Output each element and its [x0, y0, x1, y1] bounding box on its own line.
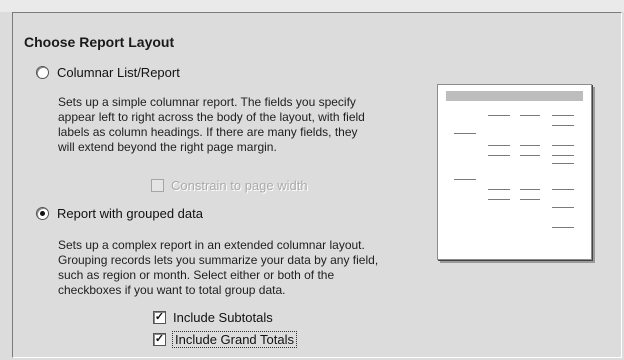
- layout-preview-thumbnail: [437, 84, 592, 260]
- checkbox-box-grand-totals[interactable]: ✓: [153, 333, 166, 346]
- check-icon: ✓: [154, 333, 165, 345]
- section-heading: Choose Report Layout: [24, 34, 175, 50]
- preview-line: [552, 115, 574, 116]
- preview-line: [488, 155, 510, 156]
- radio-columnar-report[interactable]: Columnar List/Report: [36, 65, 180, 80]
- preview-line: [552, 125, 574, 126]
- grouped-description: Sets up a complex report in an extended …: [58, 238, 379, 297]
- include-subtotals-checkbox[interactable]: ✓ Include Subtotals: [153, 310, 273, 325]
- preview-line: [488, 189, 510, 190]
- preview-line: [552, 189, 574, 190]
- preview-line: [454, 133, 476, 134]
- checkbox-label-subtotals: Include Subtotals: [173, 310, 273, 325]
- preview-line: [520, 189, 540, 190]
- preview-line: [520, 199, 540, 200]
- check-icon: ✓: [154, 311, 165, 323]
- preview-line: [488, 199, 510, 200]
- radio-button-grouped[interactable]: [36, 207, 49, 220]
- preview-line: [520, 115, 540, 116]
- preview-line: [454, 179, 476, 180]
- report-assistant-dialog: Choose Report Layout Columnar List/Repor…: [0, 0, 624, 360]
- preview-line: [552, 163, 574, 164]
- columnar-description: Sets up a simple columnar report. The fi…: [58, 95, 365, 154]
- radio-label-grouped: Report with grouped data: [57, 206, 203, 221]
- preview-line: [520, 155, 540, 156]
- checkbox-box-subtotals[interactable]: ✓: [153, 311, 166, 324]
- radio-button-columnar[interactable]: [36, 66, 49, 79]
- preview-header-band: [446, 91, 583, 101]
- preview-line: [488, 115, 510, 116]
- checkbox-box-constrain[interactable]: [151, 179, 164, 192]
- preview-line: [552, 155, 574, 156]
- preview-line: [552, 145, 574, 146]
- radio-grouped-report[interactable]: Report with grouped data: [36, 206, 203, 221]
- checkbox-label-constrain: Constrain to page width: [171, 178, 308, 193]
- preview-line: [488, 145, 510, 146]
- include-grand-totals-checkbox[interactable]: ✓ Include Grand Totals: [153, 331, 297, 348]
- preview-line: [552, 207, 574, 208]
- constrain-page-width-checkbox[interactable]: Constrain to page width: [151, 178, 308, 193]
- preview-line: [520, 145, 540, 146]
- checkbox-label-grand-totals: Include Grand Totals: [172, 331, 297, 348]
- window-top-edge: [0, 0, 624, 12]
- radio-label-columnar: Columnar List/Report: [57, 65, 180, 80]
- preview-line: [552, 227, 574, 228]
